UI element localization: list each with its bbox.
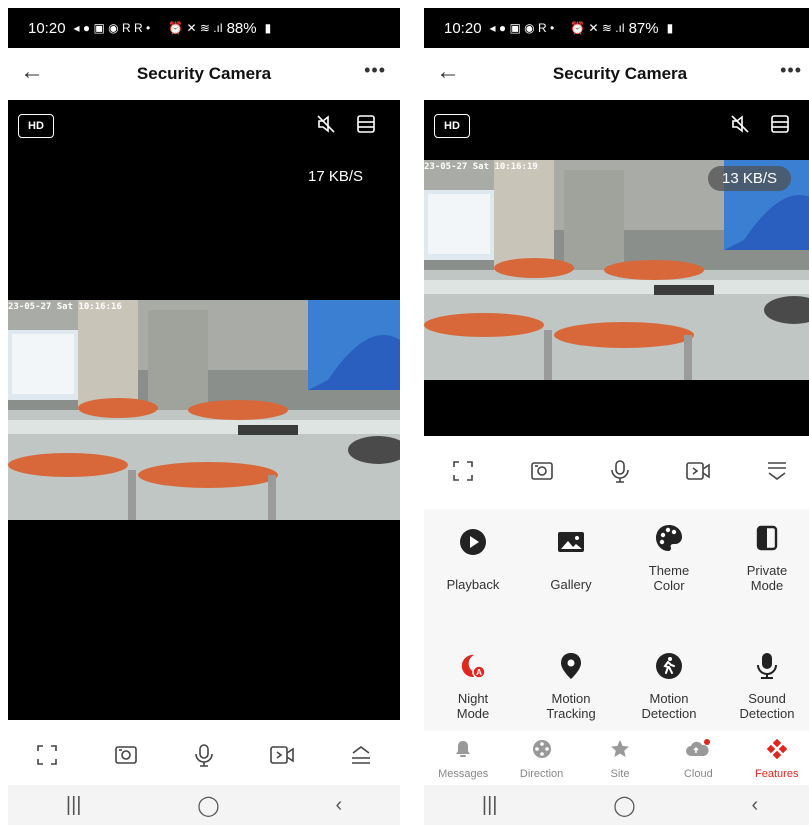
- notification-icons: ◂ ● ▣ ◉ R •: [489, 21, 555, 35]
- status-bar: 10:20 ◂ ● ▣ ◉ R R • ⏰ ✕ ≋ .ıl 88% ▮: [8, 8, 400, 48]
- tab-cloud[interactable]: Cloud: [659, 731, 737, 785]
- video-player[interactable]: HD 17 KB/S 23-05-27 Sat 10:16:16: [8, 100, 400, 720]
- network-speed: 13 KB/S: [708, 166, 792, 191]
- mute-icon[interactable]: [316, 114, 336, 139]
- microphone-icon[interactable]: [184, 735, 224, 775]
- tab-label: Direction: [519, 768, 564, 780]
- phone-screen-right: 10:20 ◂ ● ▣ ◉ R • ⏰ ✕ ≋ .ıl 87% ▮ ← Secu…: [424, 8, 809, 825]
- tab-features[interactable]: Features: [738, 731, 809, 785]
- control-bar: [424, 436, 809, 506]
- walking-person-icon: [654, 651, 684, 681]
- feature-label: Gallery: [550, 577, 592, 592]
- feature-sound-detection[interactable]: Sound Detection: [718, 651, 809, 721]
- tab-label: Cloud: [683, 768, 713, 780]
- tab-label: Features: [755, 768, 799, 780]
- page-title: Security Camera: [136, 64, 272, 83]
- image-icon: [556, 527, 586, 557]
- palette-icon: [654, 523, 684, 553]
- home-icon[interactable]: ◯: [613, 793, 635, 818]
- camera-feed: 23-05-27 Sat 10:16:19 13 KB/S: [424, 160, 809, 380]
- battery-percent: 88%: [226, 19, 257, 37]
- status-time: 10:20: [28, 19, 66, 37]
- half-shield-icon: [752, 523, 782, 553]
- record-video-icon[interactable]: [678, 451, 718, 491]
- record-video-icon[interactable]: [262, 735, 302, 775]
- collapse-panel-icon[interactable]: [757, 451, 797, 491]
- video-timestamp: 23-05-27 Sat 10:16:19: [424, 162, 538, 172]
- layout-icon[interactable]: [770, 114, 790, 139]
- app-bar: ← Security Camera •••: [424, 48, 809, 100]
- hd-quality-button[interactable]: HD: [18, 114, 54, 138]
- location-pin-icon: [556, 651, 586, 681]
- system-icons: ⏰ ✕ ≋ .ıl: [570, 21, 625, 35]
- battery-icon: ▮: [666, 21, 674, 35]
- phone-screen-left: 10:20 ◂ ● ▣ ◉ R R • ⏰ ✕ ≋ .ıl 88% ▮ ← Se…: [8, 8, 400, 825]
- feature-motion-tracking[interactable]: Motion Tracking: [522, 651, 620, 721]
- battery-icon: ▮: [264, 21, 272, 35]
- feature-label: Motion Tracking: [546, 691, 596, 721]
- bottom-tab-bar: Messages Direction Site Cloud Features: [424, 731, 809, 785]
- more-options-icon[interactable]: •••: [364, 60, 386, 81]
- feature-label: Private Mode: [746, 563, 788, 593]
- feature-private-mode[interactable]: Private Mode: [718, 523, 809, 593]
- feature-label: Playback: [446, 577, 500, 592]
- bell-icon: [456, 741, 471, 757]
- tab-label: Site: [610, 768, 630, 780]
- microphone-icon[interactable]: [600, 451, 640, 491]
- tab-site[interactable]: Site: [581, 731, 659, 785]
- night-mode-icon: A: [458, 651, 488, 681]
- mute-icon[interactable]: [730, 114, 750, 139]
- feature-playback[interactable]: Playback: [424, 527, 522, 592]
- snapshot-icon[interactable]: [106, 735, 146, 775]
- recent-apps-icon[interactable]: |||: [482, 794, 498, 817]
- system-icons: ⏰ ✕ ≋ .ıl: [168, 21, 223, 35]
- tab-direction[interactable]: Direction: [503, 731, 581, 785]
- microphone-icon: [752, 651, 782, 681]
- tab-label: Messages: [438, 768, 489, 780]
- star-icon: [610, 740, 629, 757]
- feature-label: Night Mode: [456, 691, 490, 721]
- feature-theme-color[interactable]: Theme Color: [620, 523, 718, 593]
- snapshot-icon[interactable]: [522, 451, 562, 491]
- back-arrow-icon[interactable]: ←: [20, 58, 44, 86]
- system-nav-bar: ||| ◯ ‹: [424, 785, 809, 825]
- video-timestamp: 23-05-27 Sat 10:16:16: [8, 302, 122, 312]
- feature-label: Motion Detection: [641, 691, 697, 721]
- camera-feed: 23-05-27 Sat 10:16:16: [8, 300, 400, 520]
- expand-panel-icon[interactable]: [341, 735, 381, 775]
- more-options-icon[interactable]: •••: [780, 60, 802, 81]
- features-icon: [766, 738, 787, 760]
- cloud-icon: [686, 739, 711, 756]
- notification-icons: ◂ ● ▣ ◉ R R •: [73, 21, 151, 35]
- feature-label: Sound Detection: [739, 691, 795, 721]
- home-icon[interactable]: ◯: [197, 793, 219, 818]
- battery-percent: 87%: [628, 19, 659, 37]
- page-title: Security Camera: [552, 64, 688, 83]
- app-bar: ← Security Camera •••: [8, 48, 400, 100]
- fullscreen-icon[interactable]: [443, 451, 483, 491]
- back-nav-icon[interactable]: ‹: [335, 794, 342, 817]
- feature-night-mode[interactable]: A Night Mode: [424, 651, 522, 721]
- features-panel: Playback Gallery Theme Color Private Mod…: [424, 509, 809, 731]
- svg-text:A: A: [476, 668, 482, 677]
- back-arrow-icon[interactable]: ←: [436, 58, 460, 86]
- network-speed: 17 KB/S: [308, 168, 364, 185]
- status-time: 10:20: [444, 19, 482, 37]
- fullscreen-icon[interactable]: [27, 735, 67, 775]
- layout-icon[interactable]: [356, 114, 376, 139]
- control-bar: [8, 720, 400, 790]
- feature-label: Theme Color: [648, 563, 690, 593]
- video-player[interactable]: HD 23-05-27 Sat 10:16:19 13 KB/S: [424, 100, 809, 436]
- feature-motion-detection[interactable]: Motion Detection: [620, 651, 718, 721]
- hd-quality-button[interactable]: HD: [434, 114, 470, 138]
- system-nav-bar: ||| ◯ ‹: [8, 785, 400, 825]
- back-nav-icon[interactable]: ‹: [751, 794, 758, 817]
- play-circle-icon: [458, 527, 488, 557]
- tab-messages[interactable]: Messages: [424, 731, 502, 785]
- recent-apps-icon[interactable]: |||: [66, 794, 82, 817]
- joystick-icon: [532, 740, 551, 758]
- status-bar: 10:20 ◂ ● ▣ ◉ R • ⏰ ✕ ≋ .ıl 87% ▮: [424, 8, 809, 48]
- feature-gallery[interactable]: Gallery: [522, 527, 620, 592]
